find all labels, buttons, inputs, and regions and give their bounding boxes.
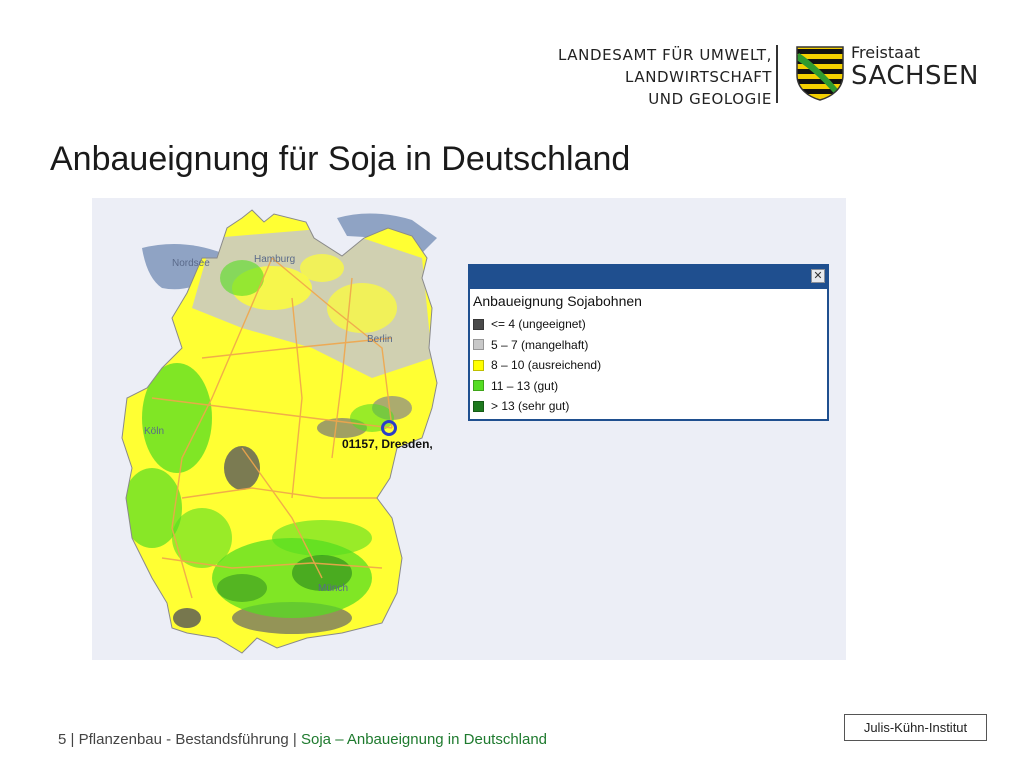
footer-separator: | [292,731,301,748]
legend-body: Anbaueignung Sojabohnen <= 4 (ungeeignet… [470,289,827,419]
legend-swatch [473,380,484,392]
agency-line-2: LANDWIRTSCHAFT [625,68,772,86]
legend-item: <= 4 (ungeeignet) [473,314,827,335]
marker-label: 01157, Dresden, [342,437,433,451]
legend-item: 5 – 7 (mangelhaft) [473,335,827,356]
legend-item: 11 – 13 (gut) [473,376,827,397]
footer-topic: Soja – Anbaueignung in Deutschland [301,731,548,748]
footer-separator: | [70,731,79,748]
state-name: Freistaat SACHSEN [851,43,979,91]
legend-popup[interactable]: ✕ Anbaueignung Sojabohnen <= 4 (ungeeign… [468,264,829,421]
legend-item-label: <= 4 (ungeeignet) [491,317,586,332]
header-divider [776,45,778,103]
legend-item-label: 11 – 13 (gut) [491,378,559,393]
footer-breadcrumb: 5 | Pflanzenbau - Bestandsführung | Soja… [58,731,547,748]
saxony-coat-of-arms-icon [796,46,844,101]
state-big-label: SACHSEN [851,61,979,91]
legend-swatch [473,318,484,330]
page-number: 5 [58,731,67,748]
legend-swatch [473,400,484,412]
legend-swatch [473,339,484,351]
close-icon[interactable]: ✕ [811,269,825,283]
legend-swatch [473,359,484,371]
slide-title: Anbaueignung für Soja in Deutschland [50,140,631,178]
legend-title: Anbaueignung Sojabohnen [473,293,642,309]
legend-item-label: 8 – 10 (ausreichend) [491,358,602,373]
source-credit: Julis-Kühn-Institut [844,714,987,741]
agency-line-1: LANDESAMT FÜR UMWELT, [558,46,772,64]
agency-line-3: UND GEOLOGIE [648,90,772,108]
agency-name: LANDESAMT FÜR UMWELT, LANDWIRTSCHAFT UND… [558,44,772,110]
location-marker[interactable] [381,420,397,436]
legend-item-label: 5 – 7 (mangelhaft) [491,337,589,352]
legend-item: 8 – 10 (ausreichend) [473,355,827,376]
footer-section: Pflanzenbau - Bestandsführung [78,731,289,748]
suitability-map[interactable]: Nordsee Hamburg Berlin Köln Münch 01157,… [92,198,846,660]
legend-item: > 13 (sehr gut) [473,396,827,417]
state-small-label: Freistaat [851,43,921,62]
legend-item-label: > 13 (sehr gut) [491,399,570,414]
